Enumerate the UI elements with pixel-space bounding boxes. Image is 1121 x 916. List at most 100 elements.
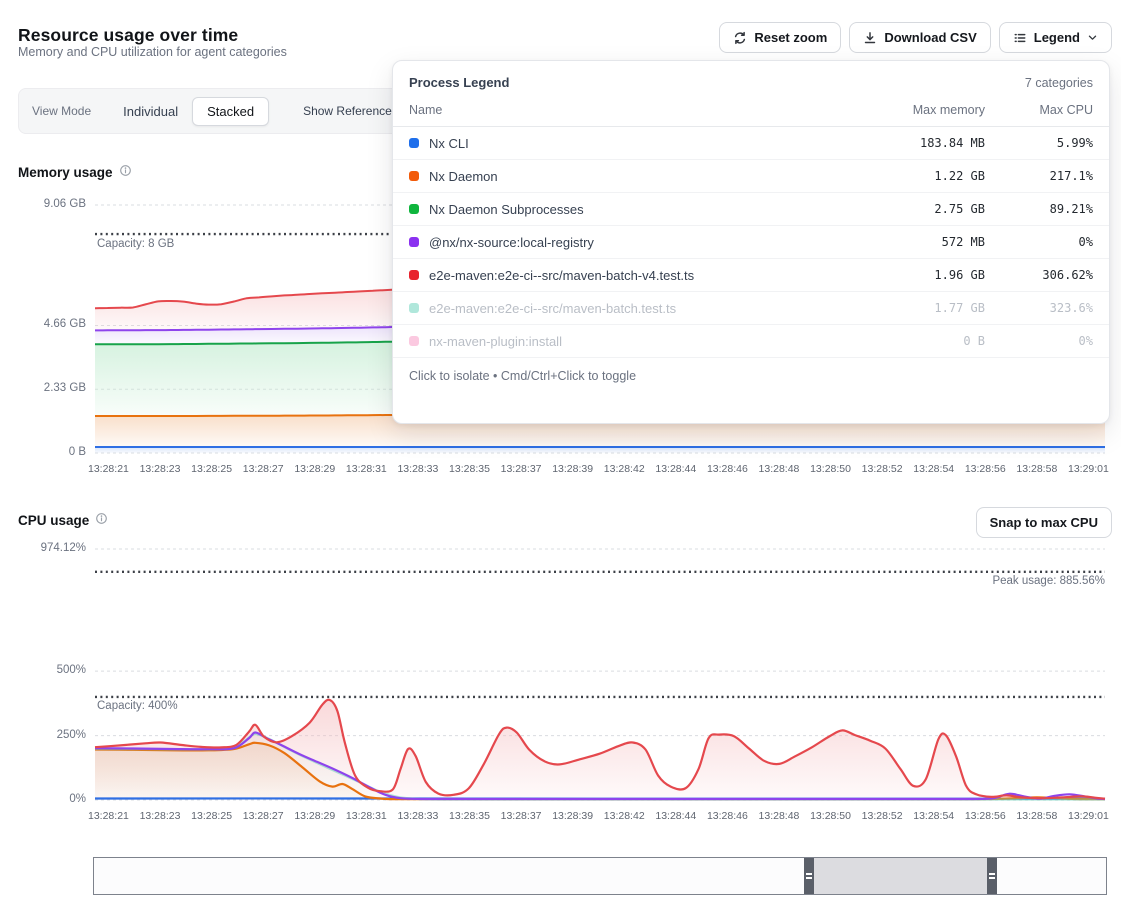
- view-mode-label: View Mode: [32, 104, 91, 118]
- column-max-memory: Max memory: [855, 103, 985, 117]
- x-tick-label: 13:28:35: [449, 463, 490, 475]
- series-max-cpu: 0%: [985, 334, 1093, 348]
- x-tick-label: 13:28:42: [604, 810, 645, 822]
- y-tick-label: 974.12%: [0, 542, 86, 554]
- memory-section-title: Memory usage: [18, 164, 132, 180]
- series-color-swatch: [409, 138, 419, 148]
- series-max-cpu: 217.1%: [985, 169, 1093, 183]
- series-max-cpu: 306.62%: [985, 268, 1093, 282]
- memory-x-axis: 13:28:2113:28:2313:28:2513:28:2713:28:29…: [88, 463, 1109, 475]
- info-icon[interactable]: [119, 164, 132, 180]
- view-mode-individual[interactable]: Individual: [113, 98, 188, 125]
- series-max-cpu: 0%: [985, 235, 1093, 249]
- cpu-capacity-label: Capacity: 400%: [97, 700, 178, 712]
- series-max-memory: 1.96 GB: [855, 268, 985, 282]
- legend-row[interactable]: e2e-maven:e2e-ci--src/maven-batch.test.t…: [393, 292, 1109, 325]
- legend-panel-title: Process Legend: [409, 75, 509, 90]
- x-tick-label: 13:28:31: [346, 810, 387, 822]
- x-tick-label: 13:28:58: [1016, 463, 1057, 475]
- x-tick-label: 13:28:42: [604, 463, 645, 475]
- series-name: e2e-maven:e2e-ci--src/maven-batch.test.t…: [429, 301, 855, 316]
- x-tick-label: 13:28:50: [810, 810, 851, 822]
- x-tick-label: 13:28:33: [397, 463, 438, 475]
- y-tick-label: 0%: [0, 793, 86, 805]
- reset-zoom-button[interactable]: Reset zoom: [719, 22, 841, 53]
- download-csv-label: Download CSV: [884, 30, 976, 45]
- x-tick-label: 13:28:52: [862, 810, 903, 822]
- y-tick-label: 9.06 GB: [0, 198, 86, 210]
- x-tick-label: 13:28:35: [449, 810, 490, 822]
- download-csv-button[interactable]: Download CSV: [849, 22, 990, 53]
- x-tick-label: 13:28:56: [965, 810, 1006, 822]
- series-name: nx-maven-plugin:install: [429, 334, 855, 349]
- page-subtitle: Memory and CPU utilization for agent cat…: [18, 45, 287, 59]
- series-max-memory: 572 MB: [855, 235, 985, 249]
- snap-to-max-cpu-button[interactable]: Snap to max CPU: [976, 507, 1112, 538]
- legend-row[interactable]: e2e-maven:e2e-ci--src/maven-batch-v4.tes…: [393, 259, 1109, 292]
- download-icon: [863, 31, 877, 45]
- x-tick-label: 13:28:27: [243, 463, 284, 475]
- x-tick-label: 13:28:39: [552, 463, 593, 475]
- series-color-swatch: [409, 303, 419, 313]
- x-tick-label: 13:28:54: [913, 463, 954, 475]
- legend-category-count: 7 categories: [1025, 76, 1093, 90]
- x-tick-label: 13:28:48: [759, 810, 800, 822]
- series-max-memory: 1.22 GB: [855, 169, 985, 183]
- series-name: @nx/nx-source:local-registry: [429, 235, 855, 250]
- legend-rows: Nx CLI183.84 MB5.99%Nx Daemon1.22 GB217.…: [393, 127, 1109, 358]
- series-max-memory: 1.77 GB: [855, 301, 985, 315]
- cpu-title-text: CPU usage: [18, 513, 89, 528]
- view-mode-stacked[interactable]: Stacked: [192, 97, 269, 126]
- x-tick-label: 13:28:25: [191, 810, 232, 822]
- x-tick-label: 13:28:56: [965, 463, 1006, 475]
- series-max-memory: 183.84 MB: [855, 136, 985, 150]
- x-tick-label: 13:28:46: [707, 463, 748, 475]
- legend-row[interactable]: Nx Daemon1.22 GB217.1%: [393, 160, 1109, 193]
- legend-button[interactable]: Legend: [999, 22, 1112, 53]
- legend-row[interactable]: @nx/nx-source:local-registry572 MB0%: [393, 226, 1109, 259]
- header-actions: Reset zoom Download CSV Legend: [719, 22, 1112, 53]
- x-tick-label: 13:28:46: [707, 810, 748, 822]
- x-tick-label: 13:28:37: [501, 810, 542, 822]
- legend-button-label: Legend: [1034, 30, 1080, 45]
- legend-row[interactable]: Nx Daemon Subprocesses2.75 GB89.21%: [393, 193, 1109, 226]
- memory-title-text: Memory usage: [18, 165, 113, 180]
- series-color-swatch: [409, 237, 419, 247]
- cpu-section-title: CPU usage: [18, 512, 108, 528]
- series-name: Nx Daemon: [429, 169, 855, 184]
- series-name: e2e-maven:e2e-ci--src/maven-batch-v4.tes…: [429, 268, 855, 283]
- x-tick-label: 13:28:44: [655, 463, 696, 475]
- brush-selection[interactable]: [804, 858, 998, 894]
- memory-capacity-label: Capacity: 8 GB: [97, 238, 174, 250]
- series-max-cpu: 323.6%: [985, 301, 1093, 315]
- chevron-down-icon: [1087, 32, 1098, 43]
- x-tick-label: 13:28:50: [810, 463, 851, 475]
- time-range-brush[interactable]: [93, 857, 1107, 895]
- y-tick-label: 0 B: [0, 446, 86, 458]
- refresh-icon: [733, 31, 747, 45]
- series-max-cpu: 89.21%: [985, 202, 1093, 216]
- reset-zoom-label: Reset zoom: [754, 30, 827, 45]
- process-legend-panel: Process Legend 7 categories Name Max mem…: [392, 60, 1110, 424]
- series-max-cpu: 5.99%: [985, 136, 1093, 150]
- legend-panel-header: Process Legend 7 categories: [393, 61, 1109, 99]
- legend-row[interactable]: Nx CLI183.84 MB5.99%: [393, 127, 1109, 160]
- legend-column-headers: Name Max memory Max CPU: [393, 99, 1109, 127]
- x-tick-label: 13:28:23: [140, 810, 181, 822]
- y-tick-label: 2.33 GB: [0, 382, 86, 394]
- x-tick-label: 13:28:48: [759, 463, 800, 475]
- legend-row[interactable]: nx-maven-plugin:install0 B0%: [393, 325, 1109, 358]
- x-tick-label: 13:28:25: [191, 463, 232, 475]
- x-tick-label: 13:29:01: [1068, 810, 1109, 822]
- brush-handle-right[interactable]: [987, 858, 997, 894]
- info-icon[interactable]: [95, 512, 108, 528]
- brush-handle-left[interactable]: [804, 858, 814, 894]
- page-title: Resource usage over time: [18, 25, 238, 46]
- x-tick-label: 13:28:29: [294, 810, 335, 822]
- series-max-memory: 2.75 GB: [855, 202, 985, 216]
- x-tick-label: 13:28:44: [655, 810, 696, 822]
- series-color-swatch: [409, 270, 419, 280]
- series-name: Nx Daemon Subprocesses: [429, 202, 855, 217]
- cpu-x-axis: 13:28:2113:28:2313:28:2513:28:2713:28:29…: [88, 810, 1109, 822]
- x-tick-label: 13:28:58: [1016, 810, 1057, 822]
